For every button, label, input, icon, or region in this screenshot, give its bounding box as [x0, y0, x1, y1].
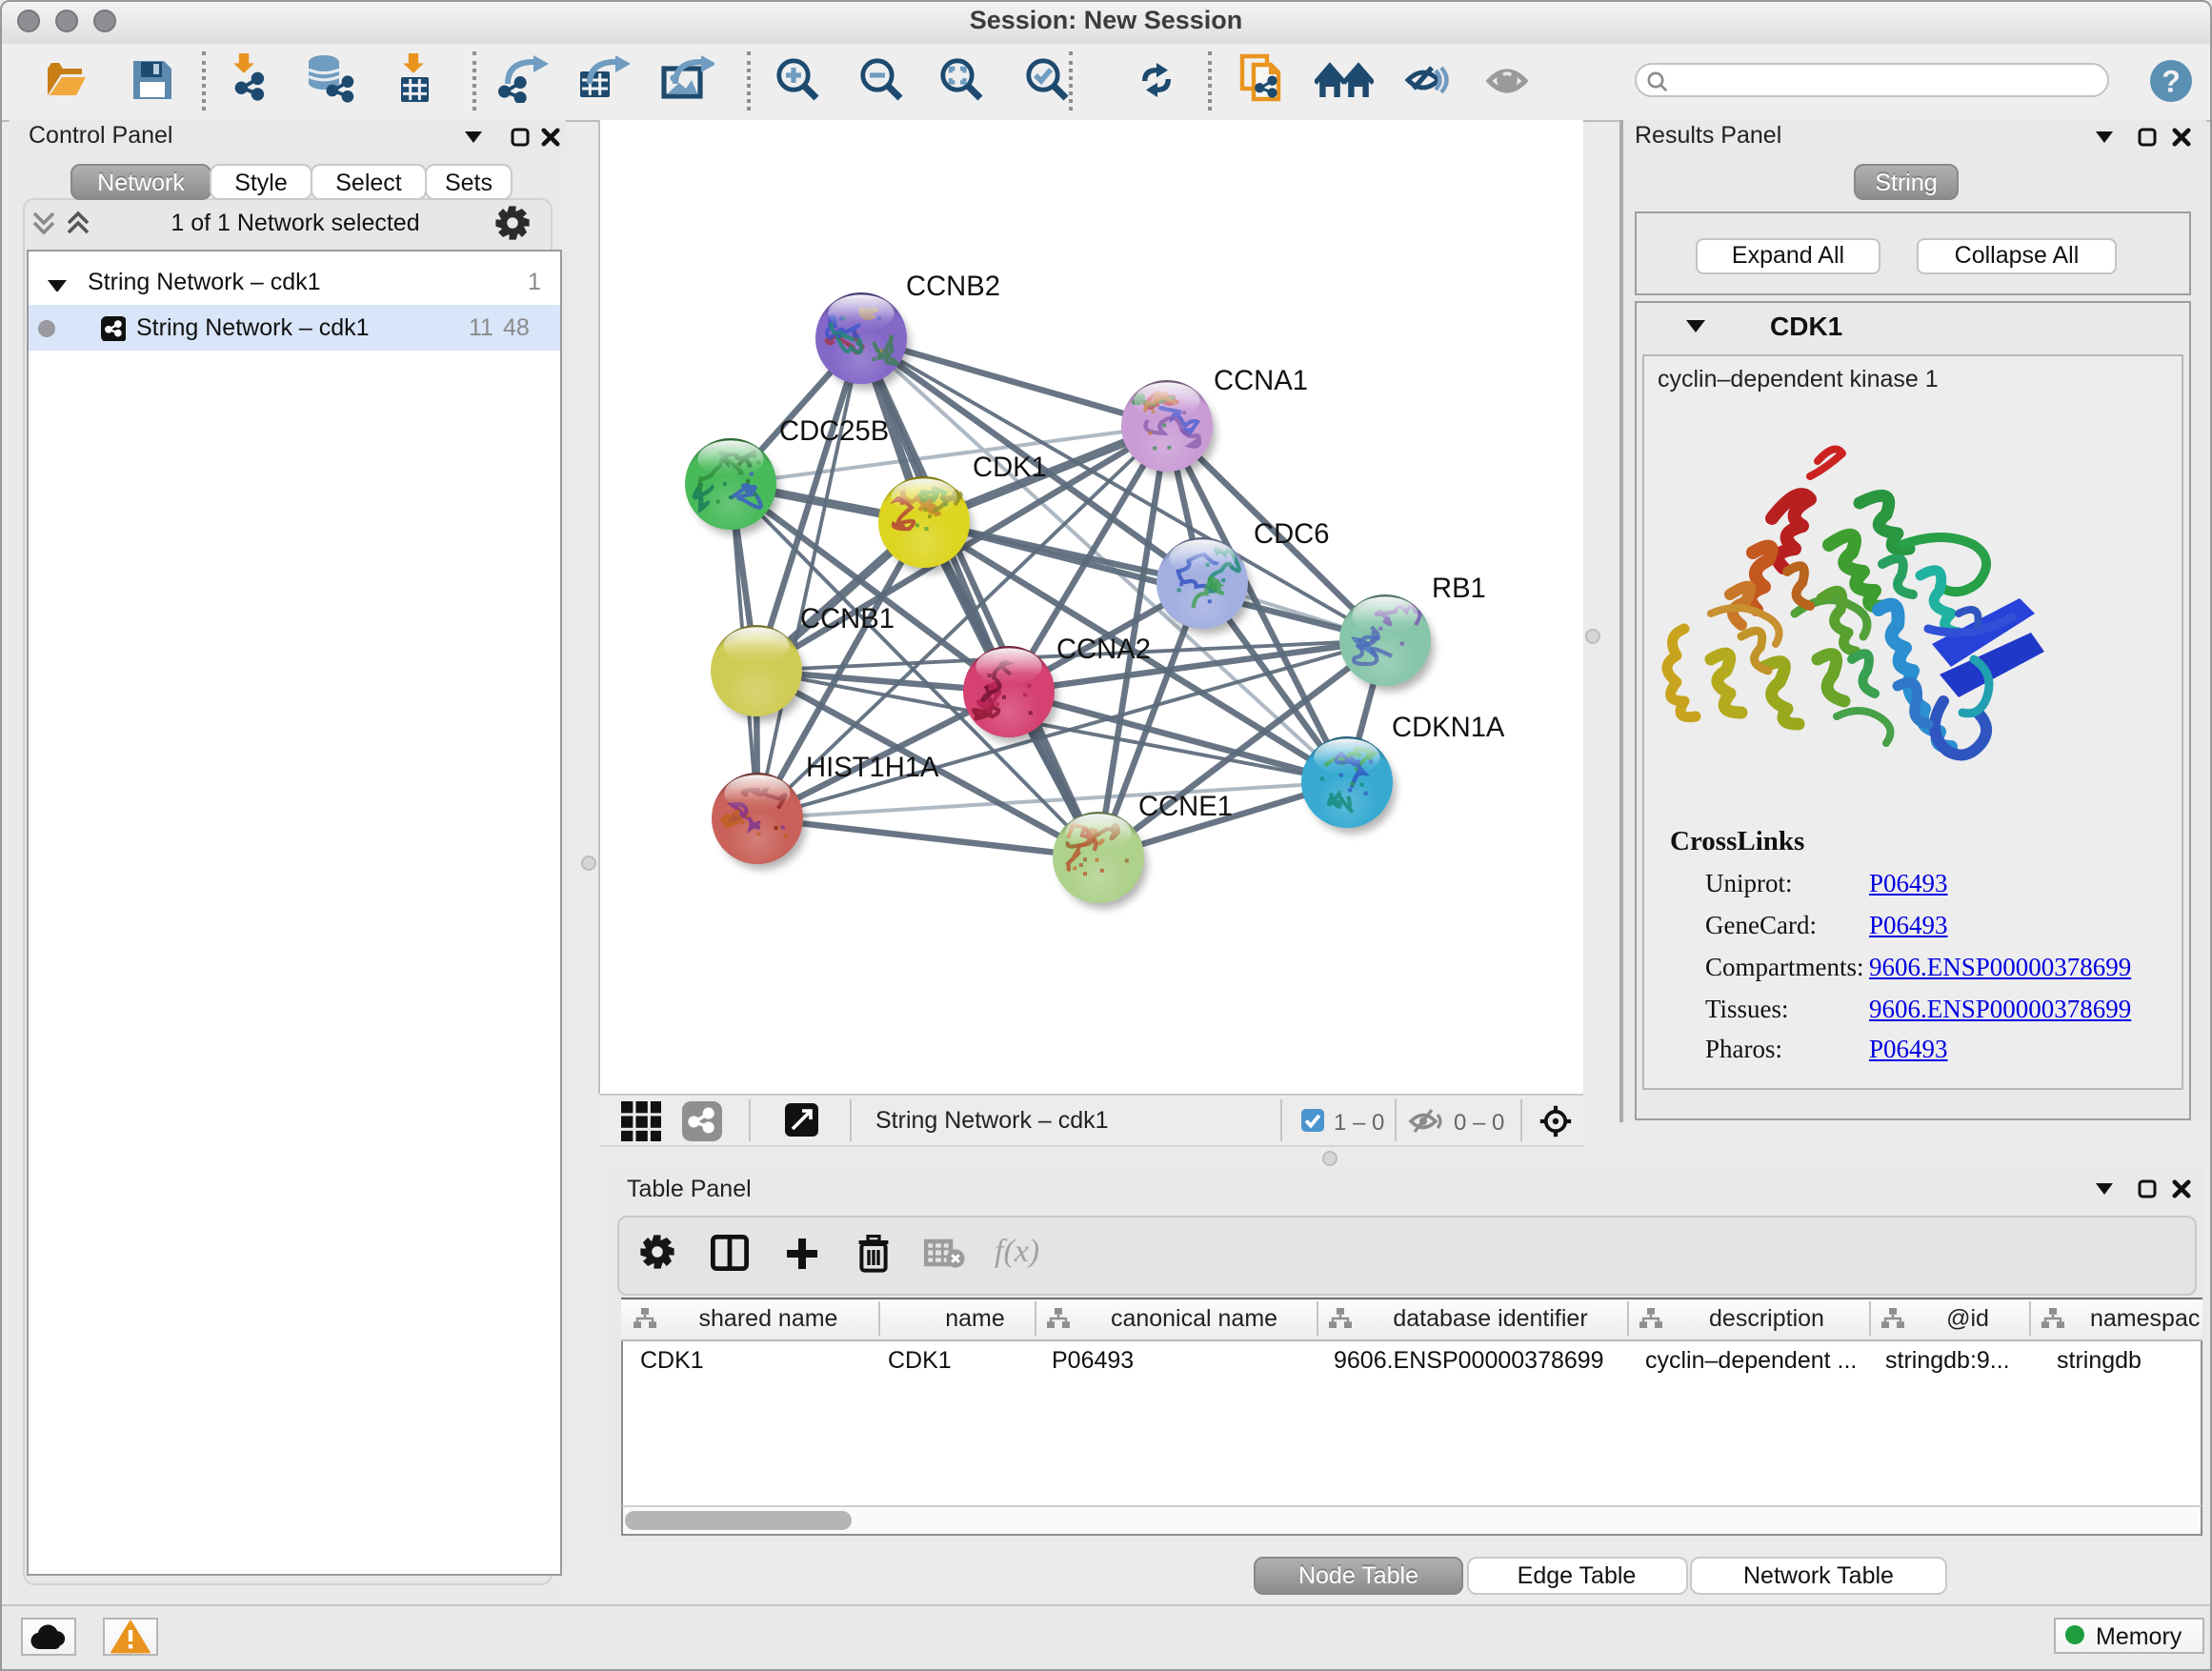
svg-text:CCNB2: CCNB2	[905, 272, 999, 302]
svg-text:CDK1: CDK1	[972, 453, 1046, 483]
svg-text:CCNB1: CCNB1	[799, 604, 894, 634]
svg-text:?: ?	[2162, 65, 2181, 99]
svg-text:CDKN1A: CDKN1A	[1391, 713, 1504, 743]
svg-text:RB1: RB1	[1431, 574, 1485, 604]
svg-text:CCNE1: CCNE1	[1137, 792, 1232, 822]
svg-text:HIST1H1A: HIST1H1A	[805, 753, 938, 783]
svg-text:CDC6: CDC6	[1253, 519, 1328, 550]
svg-text:CCNA2: CCNA2	[1056, 634, 1150, 665]
svg-text:CDC25B: CDC25B	[778, 416, 888, 447]
svg-text:CCNA1: CCNA1	[1213, 366, 1307, 396]
